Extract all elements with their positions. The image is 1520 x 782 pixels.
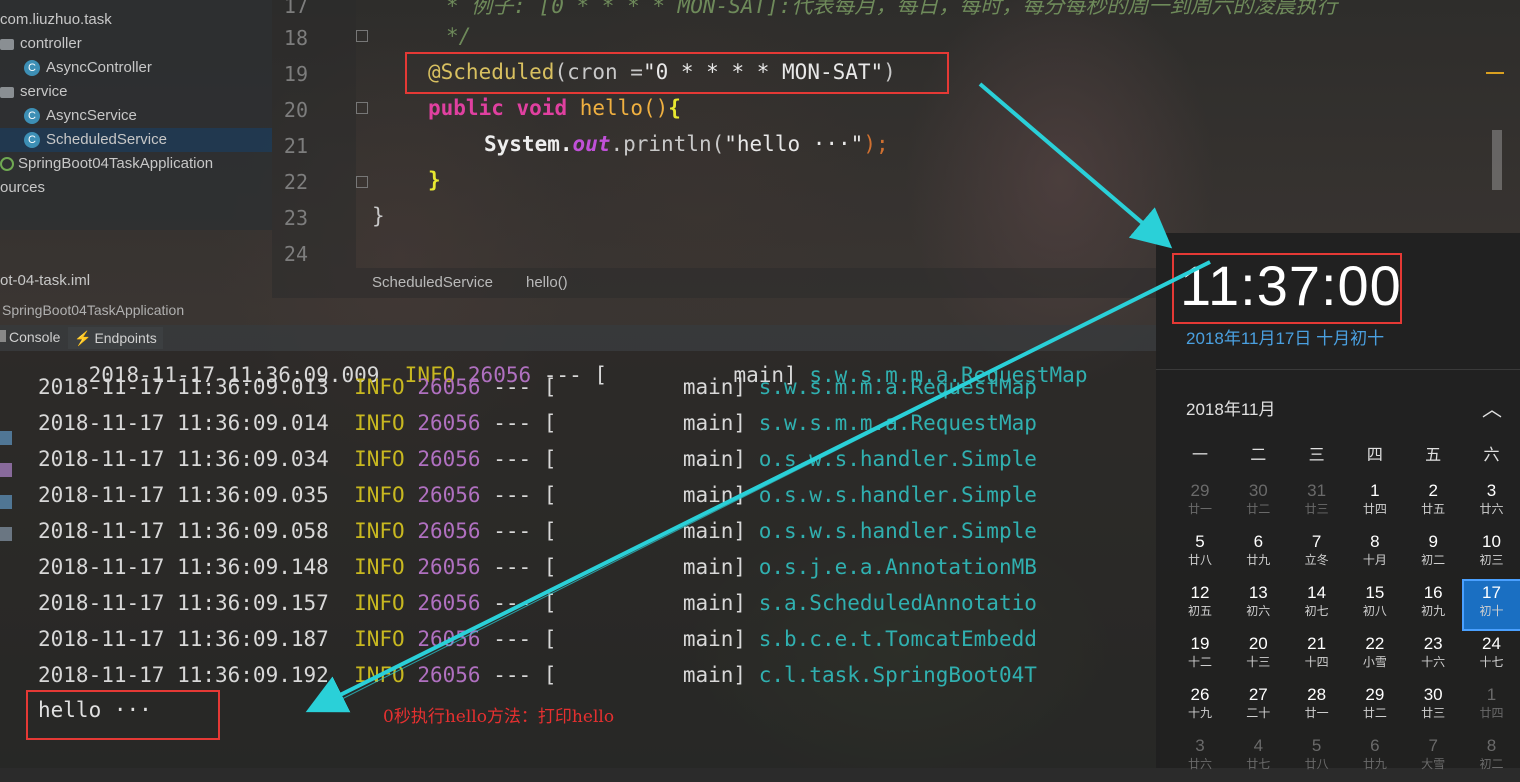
annotation-arrows <box>0 0 1520 768</box>
arrow-to-clock <box>980 84 1160 238</box>
arrow-thin-line <box>340 262 1210 700</box>
arrow-to-output <box>320 262 1210 705</box>
